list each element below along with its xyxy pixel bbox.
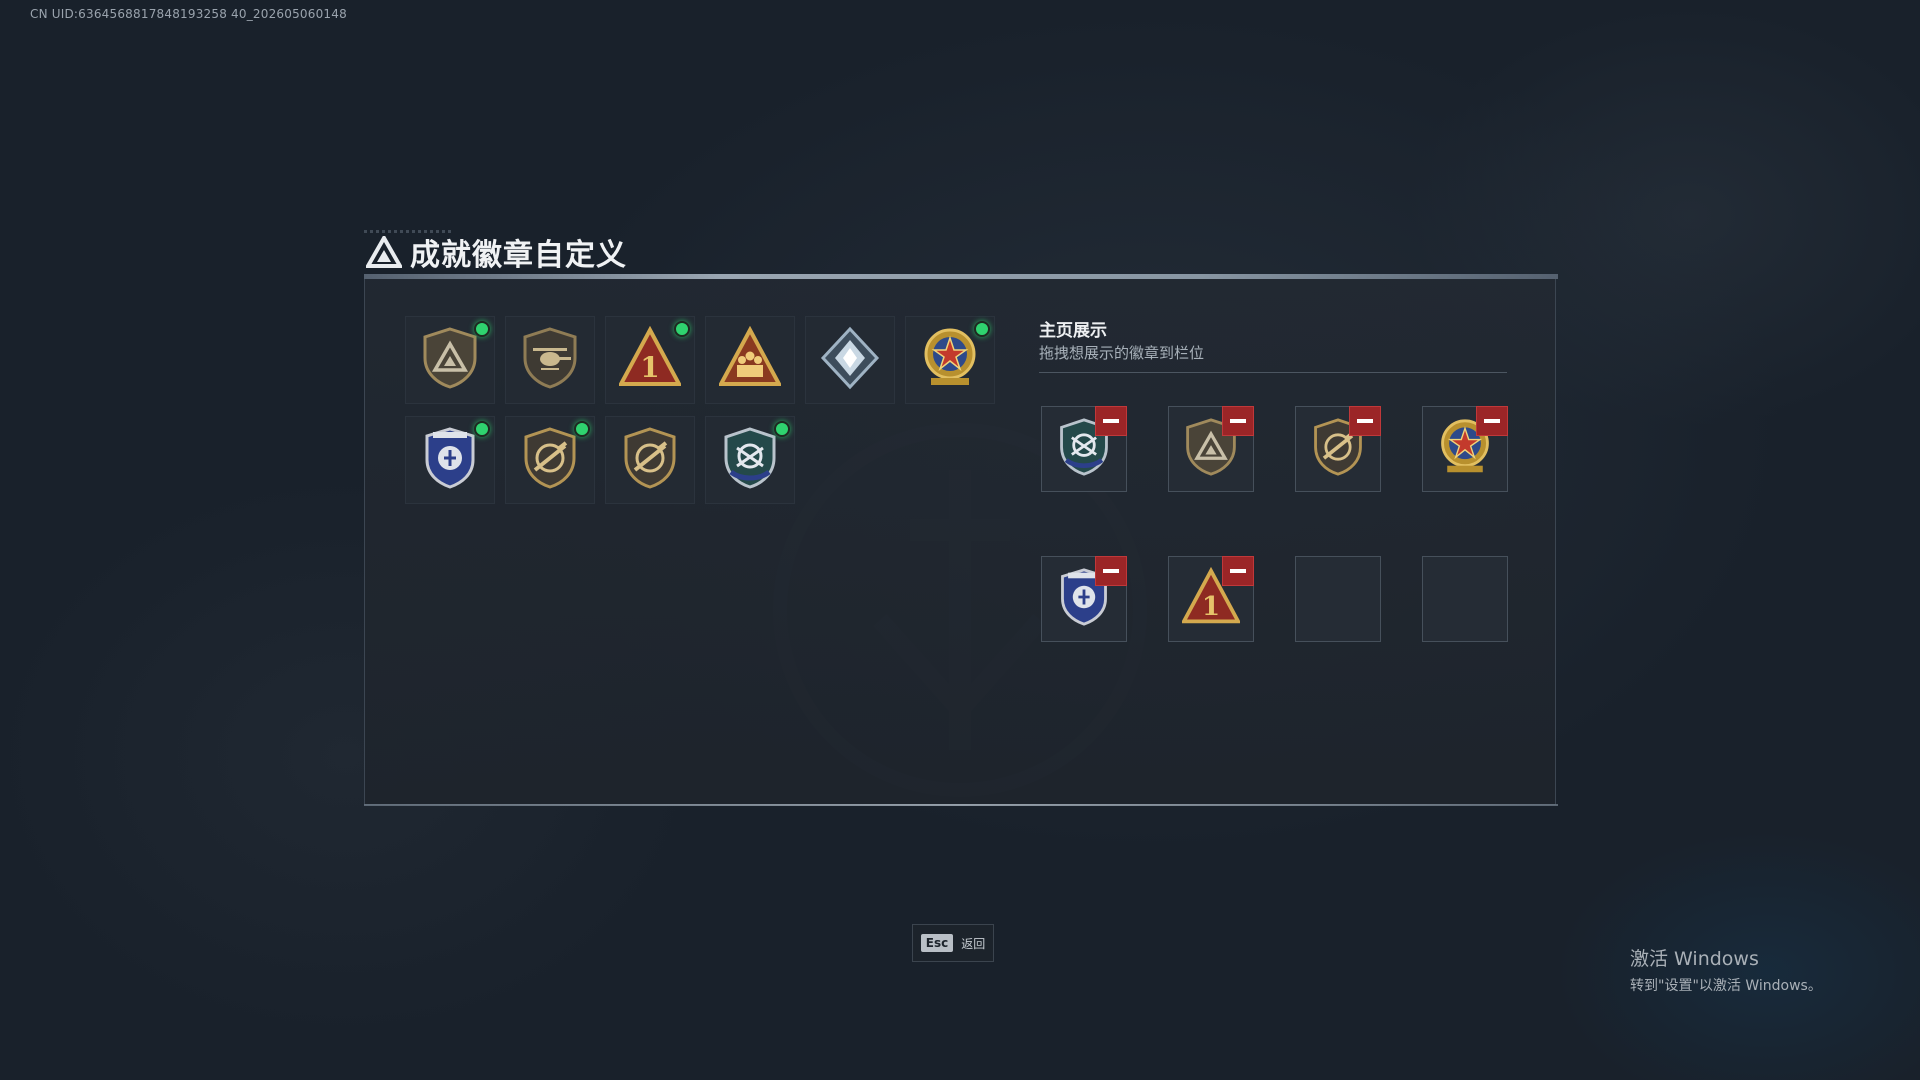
remove-badge-button[interactable]	[1349, 406, 1381, 436]
green-wings-shield-badge-icon	[719, 426, 781, 494]
player-uid: CN UID:6364568817848193258 40_2026050601…	[30, 7, 347, 21]
badge-slot[interactable]	[805, 316, 895, 404]
showcase-slot[interactable]	[1295, 406, 1381, 492]
selected-indicator-dot	[774, 421, 790, 437]
badge-slot[interactable]	[905, 316, 995, 404]
blue-police-badge-icon	[419, 426, 481, 494]
squad-triangle-badge-icon	[717, 325, 783, 394]
back-label: 返回	[961, 936, 986, 951]
page-header: 成就徽章自定义	[366, 232, 627, 273]
badge-customize-panel: 1 主页展示 拖拽想展示的徽章到栏位 1	[364, 274, 1558, 806]
minus-icon	[1103, 569, 1119, 573]
star-medal-badge-icon	[919, 326, 981, 394]
showcase-slot[interactable]: 1	[1168, 556, 1254, 642]
minus-icon	[1357, 419, 1373, 423]
showcase-divider	[1039, 372, 1507, 373]
back-button[interactable]: Esc 返回	[912, 924, 994, 962]
showcase-slot[interactable]	[1168, 406, 1254, 492]
rifle-shield-badge-icon	[619, 426, 681, 494]
remove-badge-button[interactable]	[1222, 406, 1254, 436]
minus-icon	[1230, 569, 1246, 573]
badge-slot[interactable]	[705, 416, 795, 504]
minus-icon	[1484, 419, 1500, 423]
selected-indicator-dot	[474, 421, 490, 437]
selected-indicator-dot	[974, 321, 990, 337]
shield-triangle-badge-icon	[419, 326, 481, 394]
empty-showcase-slot[interactable]	[1295, 556, 1381, 642]
remove-badge-button[interactable]	[1095, 556, 1127, 586]
crystal-diamond-badge-icon	[819, 326, 881, 394]
selected-indicator-dot	[474, 321, 490, 337]
windows-activation-subtitle: 转到"设置"以激活 Windows。	[1630, 978, 1822, 994]
number-one-triangle-badge-icon: 1	[617, 325, 683, 394]
windows-activation-title: 激活 Windows	[1630, 948, 1759, 970]
showcase-slot[interactable]	[1422, 406, 1508, 492]
remove-badge-button[interactable]	[1222, 556, 1254, 586]
showcase-subtitle: 拖拽想展示的徽章到栏位	[1039, 344, 1205, 362]
showcase-slot[interactable]	[1041, 406, 1127, 492]
badge-slot[interactable]	[705, 316, 795, 404]
remove-badge-button[interactable]	[1476, 406, 1508, 436]
empty-showcase-slot[interactable]	[1422, 556, 1508, 642]
svg-text:1: 1	[1202, 591, 1220, 622]
rifle-shield-badge-icon	[519, 426, 581, 494]
badge-slot[interactable]	[405, 316, 495, 404]
svg-text:1: 1	[640, 351, 659, 384]
remove-badge-button[interactable]	[1095, 406, 1127, 436]
badge-slot[interactable]: 1	[605, 316, 695, 404]
minus-icon	[1230, 419, 1246, 423]
panel-bottom-border	[364, 804, 1558, 806]
badge-slot[interactable]	[405, 416, 495, 504]
helicopter-badge-icon	[519, 326, 581, 394]
esc-key-hint: Esc	[920, 934, 954, 952]
page-title: 成就徽章自定义	[410, 238, 627, 273]
delta-logo-icon	[366, 236, 402, 268]
badge-slot[interactable]	[605, 416, 695, 504]
showcase-slot[interactable]	[1041, 556, 1127, 642]
selected-indicator-dot	[674, 321, 690, 337]
badge-slot[interactable]	[505, 416, 595, 504]
minus-icon	[1103, 419, 1119, 423]
selected-indicator-dot	[574, 421, 590, 437]
showcase-title: 主页展示	[1039, 321, 1107, 341]
panel-top-border	[364, 274, 1558, 279]
windows-activation-watermark: 激活 Windows 转到"设置"以激活 Windows。	[1630, 944, 1822, 995]
badge-slot[interactable]	[505, 316, 595, 404]
